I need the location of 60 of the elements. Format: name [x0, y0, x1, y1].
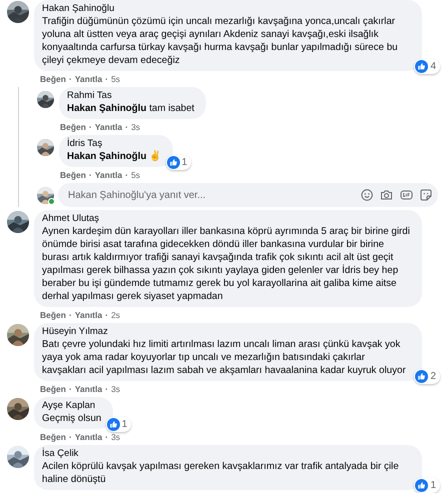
timestamp[interactable]: 5s	[111, 74, 120, 84]
author-name[interactable]: Rahmi Tas	[67, 90, 194, 102]
like-link[interactable]: Beğen	[60, 170, 86, 180]
reply-field[interactable]: Hakan Şahinoğlu'ya yanıt ver...	[58, 183, 438, 207]
comment-text: Geçmiş olsun	[42, 412, 102, 425]
reply-link[interactable]: Yanıtla	[74, 432, 102, 442]
timestamp[interactable]: 3s	[131, 122, 140, 132]
comment-text: Trafiğin düğümünün çözümü için uncalı mezarlığı kavşağına yonca,uncalı çakırlar yoluna alt üstten veya araç geçişi aynıları Akdeniz sanayi kavşağı,eski ilsağlık konyaaltında carfursa türkay kavşağı hurma kavşağı bunlar yapılmadığı sürece bu çileyi çekmeye devam edeceğiz	[42, 15, 399, 67]
separator-dot: ·	[68, 384, 72, 394]
reply-input[interactable]: Hakan Şahinoğlu'ya yanıt ver...	[68, 190, 354, 200]
reply-link[interactable]: Yanıtla	[94, 170, 122, 180]
reply-link[interactable]: Yanıtla	[94, 122, 122, 132]
separator-dot: ·	[105, 432, 108, 442]
author-name[interactable]: Hakan Şahinoğlu	[42, 3, 410, 15]
comment-text: Batı çevre yolundaki hız limiti artırılması lazım uncalı liman arası çünkü kavşak yok yaya yok ama radar koyuyorlar tıp uncalı ve mezarlığın batısındaki çakırlar kavşakları acil yapılması lazım sabah ve akşamları havaalanina kadar kuyruk oluyor	[42, 338, 407, 377]
separator-dot: ·	[68, 432, 72, 442]
separator-dot: ·	[125, 122, 128, 132]
separator-dot: ·	[68, 310, 72, 320]
reaction-count[interactable]: 1	[106, 417, 132, 432]
author-name[interactable]: Ayşe Kaplan	[42, 400, 102, 412]
reply-link[interactable]: Yanıtla	[74, 384, 102, 394]
author-name[interactable]: Hüseyin Yılmaz	[42, 326, 410, 338]
timestamp[interactable]: 3s	[111, 432, 120, 442]
timestamp[interactable]: 2s	[111, 310, 120, 320]
comment-text: Aynen kardeşim dün karayolları iller bankasına köprü ayrımında 5 araç bir birine girdi önümde birisi asat tarafına gidecekken döndü iller bankasına vurdular bir birine burası artık kaldırmıyor trafiği sanayi kavşağında trafik çok sıkıntı acil alt üst geçit yapılması gerek bilhassa yazın çok sıkıntı yaylaya giden gelenler var İdris bey hep beraber bu işi gündemde tutmamız gerek bu yol karayollarina ait galiba kime aitse derhal yapılması gerek siyaset yapmadan	[42, 225, 410, 303]
reaction-count[interactable]: 1	[414, 478, 440, 493]
like-icon	[106, 418, 120, 431]
sticker-icon[interactable]	[420, 189, 432, 201]
timestamp[interactable]: 3s	[111, 384, 120, 394]
like-link[interactable]: Beğen	[40, 74, 66, 84]
camera-icon[interactable]	[380, 189, 393, 201]
like-link[interactable]: Beğen	[60, 122, 86, 132]
separator-dot: ·	[88, 170, 92, 180]
like-link[interactable]: Beğen	[40, 432, 66, 442]
timestamp[interactable]: 5s	[131, 170, 140, 180]
separator-dot: ·	[105, 310, 108, 320]
emoji-icon[interactable]	[361, 189, 373, 201]
separator-dot: ·	[88, 122, 92, 132]
like-icon	[415, 370, 428, 383]
comment-text: Hakan Şahinoğlu ✌	[67, 150, 162, 163]
separator-dot: ·	[68, 74, 72, 84]
gif-icon[interactable]	[400, 189, 413, 201]
like-icon	[415, 479, 428, 492]
separator-dot: ·	[105, 74, 108, 84]
reply-link[interactable]: Yanıtla	[74, 310, 102, 320]
author-name[interactable]: Ahmet Ulutaş	[42, 213, 410, 225]
separator-dot: ·	[105, 384, 108, 394]
like-icon	[166, 156, 180, 169]
separator-dot: ·	[125, 170, 128, 180]
reaction-count[interactable]: 4	[414, 59, 440, 74]
like-link[interactable]: Beğen	[40, 384, 66, 394]
like-link[interactable]: Beğen	[40, 310, 66, 320]
author-name[interactable]: İsa Çelik	[42, 448, 410, 460]
reaction-count[interactable]: 1	[166, 155, 192, 170]
author-name[interactable]: İdris Taş	[67, 138, 162, 150]
reaction-count[interactable]: 2	[414, 369, 440, 384]
like-icon	[415, 60, 428, 73]
reply-link[interactable]: Yanıtla	[74, 74, 102, 84]
comment-text: Hakan Şahinoğlu tam isabet	[67, 102, 194, 115]
comment-text: Acilen köprülü kavşak yapılması gereken kavşaklarımız var trafik antalyada bir çile haline dönüştü	[42, 460, 400, 486]
